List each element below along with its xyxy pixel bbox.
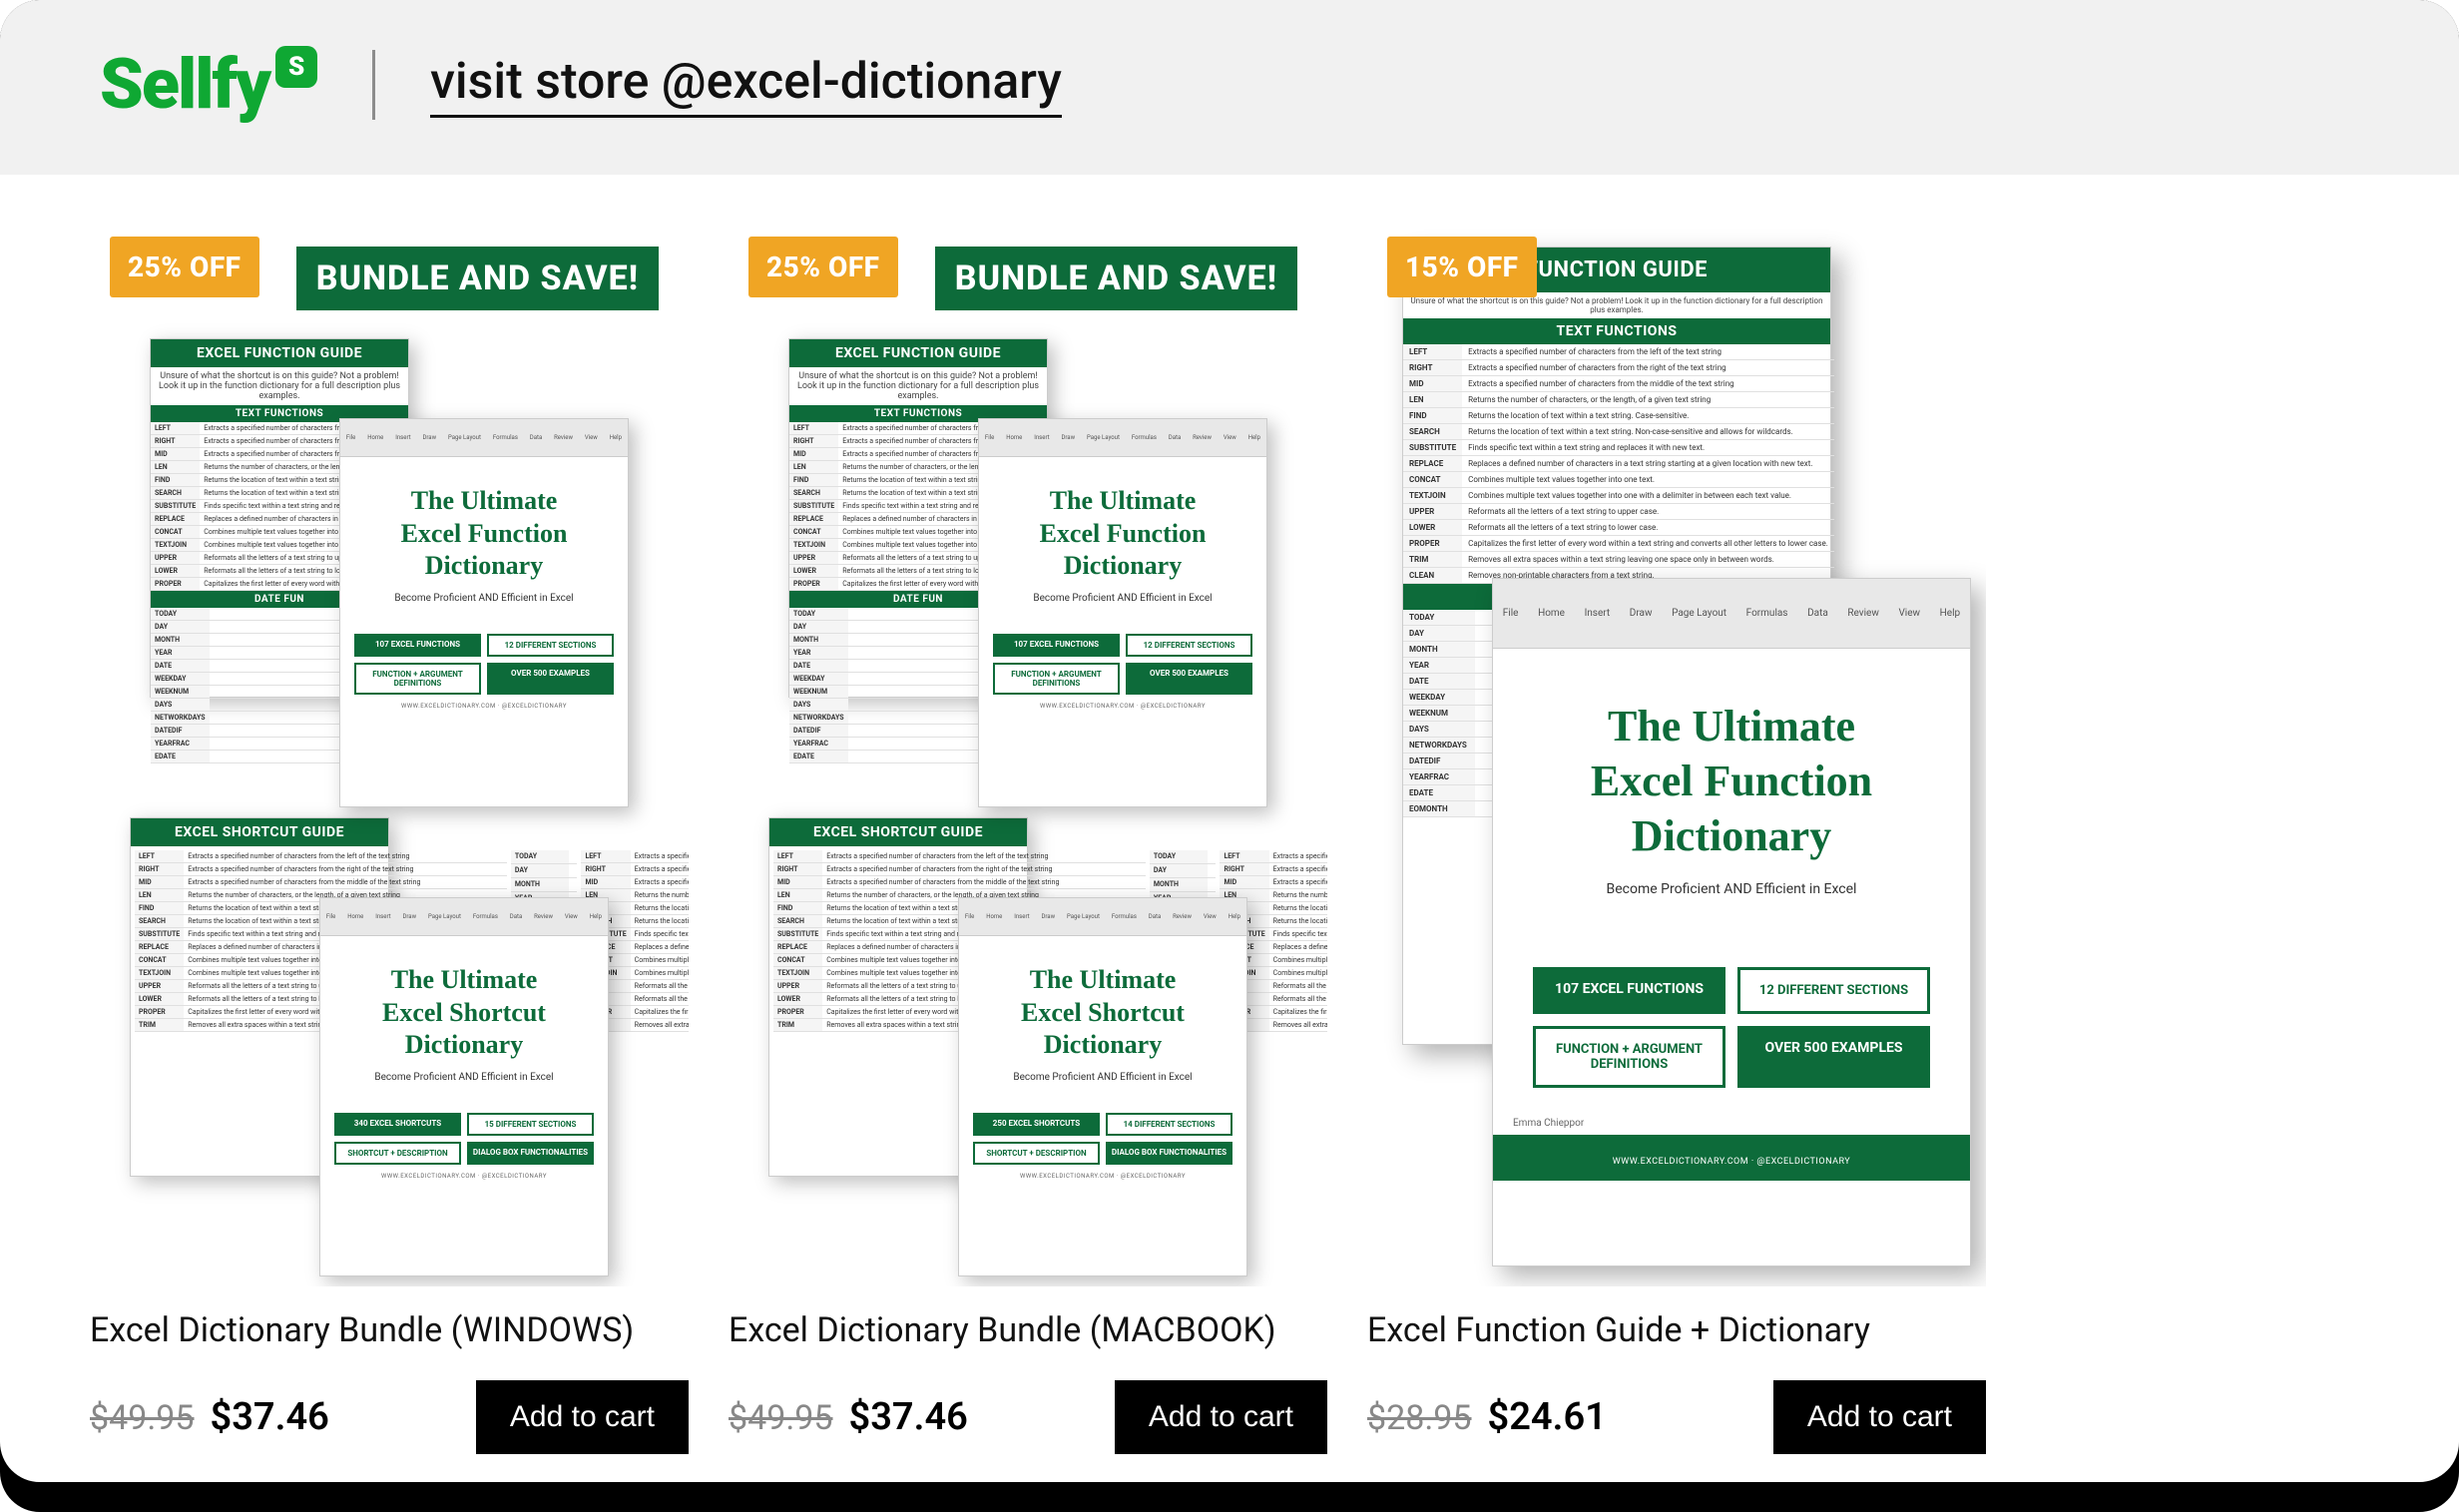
excel-ribbon: FileHomeInsertDrawPage LayoutFormulasDat… (1493, 579, 1970, 649)
price: $49.95 $37.46 (729, 1395, 968, 1439)
visit-store-link[interactable]: visit store @excel-dictionary (430, 53, 1062, 118)
page: Sellfy S visit store @excel-dictionary 2… (0, 0, 2459, 1482)
cover-sub: Become Proficient AND Efficient in Excel (320, 1072, 608, 1083)
doc-function-cover: FileHomeInsertDrawPage LayoutFormulasDat… (1492, 578, 1971, 1266)
price-sale: $37.46 (211, 1395, 329, 1439)
logo-badge-icon: S (275, 46, 317, 88)
author-name: Emma Chieppor (1493, 1088, 1970, 1129)
discount-badge: 15% OFF (1387, 237, 1537, 297)
add-to-cart-button[interactable]: Add to cart (1773, 1380, 1986, 1454)
product-thumbnail: 25% OFF BUNDLE AND SAVE! EXCEL FUNCTION … (729, 229, 1327, 1286)
doc-function-cover: FileHomeInsertDrawPage LayoutFormulasDat… (339, 418, 629, 807)
product-thumbnail: 15% OFF FUNCTION GUIDE Unsure of what th… (1367, 229, 1986, 1286)
cover-footer: WWW.EXCELDICTIONARY.COM · @EXCELDICTIONA… (1493, 1135, 1970, 1181)
cover-pills: 107 EXCEL FUNCTIONS12 DIFFERENT SECTIONS… (979, 634, 1266, 695)
add-to-cart-button[interactable]: Add to cart (1115, 1380, 1327, 1454)
price: $49.95 $37.46 (90, 1395, 329, 1439)
price-sale: $24.61 (1488, 1395, 1607, 1439)
doc-function-cover: FileHomeInsertDrawPage LayoutFormulasDat… (978, 418, 1267, 807)
doc-title: EXCEL FUNCTION GUIDE (789, 339, 1047, 367)
cover-pills: 250 EXCEL SHORTCUTS14 DIFFERENT SECTIONS… (959, 1113, 1246, 1165)
cover-footer: WWW.EXCELDICTIONARY.COM · @EXCELDICTIONA… (959, 1165, 1246, 1190)
bundle-banner: BUNDLE AND SAVE! (935, 247, 1297, 310)
product-card[interactable]: 25% OFF BUNDLE AND SAVE! EXCEL FUNCTION … (90, 229, 689, 1454)
doc-title: EXCEL SHORTCUT GUIDE (769, 818, 1027, 846)
price-original: $49.95 (90, 1398, 195, 1438)
cover-footer: WWW.EXCELDICTIONARY.COM · @EXCELDICTIONA… (979, 695, 1266, 720)
cover-title: The UltimateExcel ShortcutDictionary (320, 936, 608, 1062)
doc-note: Unsure of what the shortcut is on this g… (789, 367, 1047, 405)
bundle-banner: BUNDLE AND SAVE! (296, 247, 659, 310)
excel-ribbon: FileHomeInsertDrawPage LayoutFormulasDat… (320, 898, 608, 936)
product-grid: 25% OFF BUNDLE AND SAVE! EXCEL FUNCTION … (0, 175, 2459, 1482)
cover-title: The UltimateExcel FunctionDictionary (340, 457, 628, 583)
cover-sub: Become Proficient AND Efficient in Excel (959, 1072, 1246, 1083)
discount-badge: 25% OFF (110, 237, 259, 297)
product-title: Excel Dictionary Bundle (WINDOWS) (90, 1310, 689, 1350)
cover-title: The UltimateExcel ShortcutDictionary (959, 936, 1246, 1062)
cover-title: The UltimateExcel FunctionDictionary (1493, 649, 1970, 863)
header-divider (372, 50, 375, 120)
product-footer: $28.95 $24.61 Add to cart (1367, 1380, 1986, 1454)
doc-section: TEXT FUNCTIONS (1403, 318, 1830, 344)
product-title: Excel Dictionary Bundle (MACBOOK) (729, 1310, 1327, 1350)
product-title: Excel Function Guide + Dictionary (1367, 1310, 1986, 1350)
product-card[interactable]: 15% OFF FUNCTION GUIDE Unsure of what th… (1367, 229, 1986, 1454)
product-thumbnail: 25% OFF BUNDLE AND SAVE! EXCEL FUNCTION … (90, 229, 689, 1286)
doc-title: EXCEL SHORTCUT GUIDE (131, 818, 388, 846)
product-footer: $49.95 $37.46 Add to cart (90, 1380, 689, 1454)
sellfy-logo[interactable]: Sellfy S (100, 50, 317, 120)
price-original: $28.95 (1367, 1398, 1472, 1438)
add-to-cart-button[interactable]: Add to cart (476, 1380, 689, 1454)
func-table: LEFTExtracts a specified number of chara… (1403, 344, 1834, 584)
logo-text: Sellfy (100, 50, 269, 120)
excel-ribbon: FileHomeInsertDrawPage LayoutFormulasDat… (340, 419, 628, 457)
doc-title: EXCEL FUNCTION GUIDE (151, 339, 408, 367)
price: $28.95 $24.61 (1367, 1395, 1607, 1439)
cover-sub: Become Proficient AND Efficient in Excel (1493, 881, 1970, 897)
cover-footer: WWW.EXCELDICTIONARY.COM · @EXCELDICTIONA… (340, 695, 628, 720)
doc-shortcut-cover: FileHomeInsertDrawPage LayoutFormulasDat… (319, 897, 609, 1276)
doc-shortcut-cover: FileHomeInsertDrawPage LayoutFormulasDat… (958, 897, 1247, 1276)
screenshot-frame: Sellfy S visit store @excel-dictionary 2… (0, 0, 2459, 1512)
header: Sellfy S visit store @excel-dictionary (0, 0, 2459, 175)
price-original: $49.95 (729, 1398, 833, 1438)
cover-footer: WWW.EXCELDICTIONARY.COM · @EXCELDICTIONA… (320, 1165, 608, 1190)
product-card[interactable]: 25% OFF BUNDLE AND SAVE! EXCEL FUNCTION … (729, 229, 1327, 1454)
excel-ribbon: FileHomeInsertDrawPage LayoutFormulasDat… (979, 419, 1266, 457)
cover-sub: Become Proficient AND Efficient in Excel (340, 593, 628, 604)
product-footer: $49.95 $37.46 Add to cart (729, 1380, 1327, 1454)
cover-sub: Become Proficient AND Efficient in Excel (979, 593, 1266, 604)
cover-pills: 107 EXCEL FUNCTIONS12 DIFFERENT SECTIONS… (340, 634, 628, 695)
cover-title: The UltimateExcel FunctionDictionary (979, 457, 1266, 583)
price-sale: $37.46 (849, 1395, 968, 1439)
excel-ribbon: FileHomeInsertDrawPage LayoutFormulasDat… (959, 898, 1246, 936)
doc-note: Unsure of what the shortcut is on this g… (151, 367, 408, 405)
discount-badge: 25% OFF (748, 237, 898, 297)
cover-pills: 107 EXCEL FUNCTIONS12 DIFFERENT SECTIONS… (1493, 967, 1970, 1088)
cover-pills: 340 EXCEL SHORTCUTS15 DIFFERENT SECTIONS… (320, 1113, 608, 1165)
